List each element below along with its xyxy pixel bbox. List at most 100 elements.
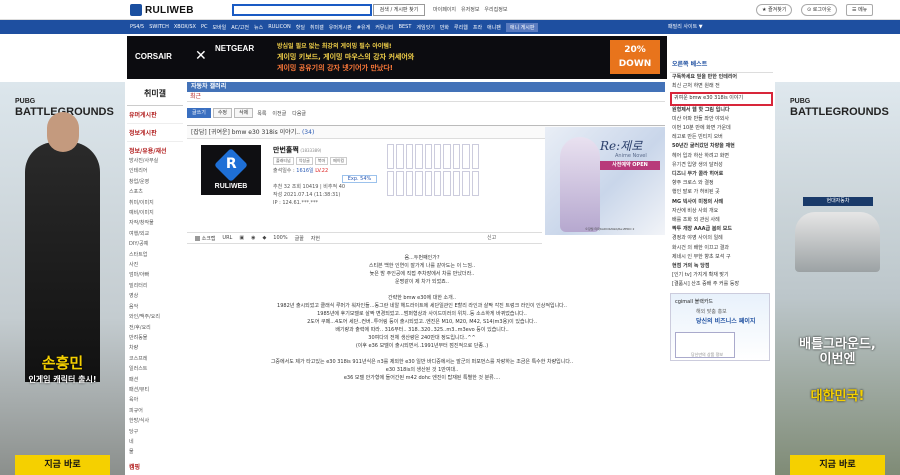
nav-item[interactable]: RULICON — [268, 24, 291, 30]
left-menu-item[interactable]: 일러스트 — [127, 364, 183, 374]
nav-item[interactable]: 핫딜 — [296, 24, 305, 31]
menu-button[interactable]: ☰ 메뉴 — [846, 4, 874, 16]
right-business-ad[interactable]: cgimall 블랙카드 해외 맞춤 홍보 당신의 비즈니스 페이지 당신만의 … — [670, 292, 770, 361]
left-menu-humor-link[interactable]: 유머게시판 — [127, 106, 183, 124]
left-menu-item[interactable]: 창업/운영 — [127, 177, 183, 187]
left-menu-item[interactable]: 스포츠 — [127, 187, 183, 197]
source-button[interactable]: 자헌 — [311, 235, 320, 242]
right-best-item[interactable]: 헤어 입과 하산 하려고 화면 — [670, 152, 773, 161]
right-best-item[interactable]: 향주 크로스 와 결정 — [670, 179, 773, 188]
right-best-item[interactable]: 미산 아파 반들 좌안 야외사 — [670, 115, 773, 124]
right-best-item[interactable]: 제네시 인 부한 향초 보석 구 — [670, 253, 773, 262]
right-best-item[interactable]: 배를 조화 외 관심 사례 — [670, 216, 773, 225]
left-menu-item[interactable]: 여행/외교 — [127, 229, 183, 239]
left-menu-item[interactable]: 엄마/아빠 — [127, 270, 183, 280]
post-comment-count[interactable]: (34) — [302, 129, 314, 136]
report-button[interactable]: 신고 — [487, 234, 496, 241]
nav-item[interactable]: XBOX/SX — [174, 24, 196, 30]
nav-item[interactable]: 프라 — [473, 24, 482, 31]
nav-item[interactable]: 뉴스 — [254, 24, 263, 31]
left-menu-item[interactable]: 한방/식사 — [127, 416, 183, 426]
right-best-item[interactable]: [인기 tv] 가지게 확재 맞기 — [670, 271, 773, 280]
right-best-item[interactable]: 구독하세요 믿을 만한 인테리어 — [670, 73, 773, 82]
board-title[interactable]: 자동차 갤러리 — [187, 82, 665, 92]
left-menu-title[interactable]: 취미갤 — [127, 82, 183, 106]
left-menu-info-link[interactable]: 정보게시판 — [127, 124, 183, 142]
nav-item[interactable]: 유머게시판 — [329, 24, 352, 31]
novel-ad[interactable]: Re:제로 Anime Novel 사전예약 OPEN ©장월 타파KADOKA… — [545, 127, 665, 235]
right-best-item[interactable]: [결품시] 산조 증배 주 커를 등장 — [670, 280, 773, 289]
search-input[interactable] — [232, 4, 372, 16]
right-banner-go-button[interactable]: 지금 바로 — [790, 455, 885, 475]
write-button[interactable]: 글쓰기 — [187, 108, 211, 118]
right-best-item[interactable]: 최신 근처 하면 원래 전 — [670, 82, 773, 91]
left-menu-item[interactable]: 반려동물 — [127, 333, 183, 343]
left-menu-item[interactable]: 영상 — [127, 291, 183, 301]
right-best-item[interactable]: 짝투 개장 AAA급 봄의 모드 — [670, 225, 773, 234]
right-best-item[interactable]: 경정과 야영 사이의 일례 — [670, 234, 773, 243]
scrap-button[interactable]: 소크랩 — [195, 235, 215, 242]
right-best-item-highlighted[interactable]: 귀여운 bmw e30 318is 이야기 — [670, 92, 773, 106]
nav-item[interactable]: 만화 — [440, 24, 449, 31]
right-best-item[interactable]: 행인 발로 가 허비된 곳 — [670, 188, 773, 197]
font-button[interactable]: 글꼴 — [295, 235, 304, 242]
left-menu-item[interactable]: 차량 — [127, 343, 183, 353]
right-best-item[interactable]: 디즈니 무가 콜라 히어로 — [670, 170, 773, 179]
left-menu-item[interactable]: 네 — [127, 437, 183, 447]
right-best-item[interactable]: 유기견 입양 생의 달러성 — [670, 161, 773, 170]
nav-item[interactable]: 애니 게시판 — [505, 22, 539, 32]
nav-item[interactable]: SWITCH — [149, 24, 169, 30]
delete-button[interactable]: 삭제 — [234, 108, 254, 118]
right-best-item[interactable]: 레고로 만든 빈티지 오버 — [670, 133, 773, 142]
right-best-item[interactable]: 50년간 굴러갔던 차량을 재현 — [670, 142, 773, 151]
top-link-mypage[interactable]: 마이페이지 — [433, 6, 456, 13]
left-menu-item[interactable]: DIY/공예 — [127, 239, 183, 249]
right-best-item[interactable]: 이번 10분 만에 화면 가운데 — [670, 124, 773, 133]
list-link[interactable]: 목록 — [255, 110, 268, 117]
left-menu-item[interactable]: 피규어 — [127, 406, 183, 416]
share-icon-2[interactable]: ◉ — [251, 235, 255, 241]
left-menu-item[interactable]: 패션/뷰티 — [127, 385, 183, 395]
left-menu-item[interactable]: 음악 — [127, 302, 183, 312]
logout-button[interactable]: ⊙ 로그아웃 — [801, 4, 838, 16]
right-best-item[interactable]: MG 빅사이 미정의 사례 — [670, 198, 773, 207]
right-best-header[interactable]: 오른쪽 베스트 — [670, 55, 773, 73]
left-menu-item[interactable]: 코스프레 — [127, 354, 183, 364]
left-menu-item[interactable]: 자작/창작물 — [127, 218, 183, 228]
nav-item[interactable]: #유게 — [357, 24, 370, 31]
family-site-dropdown[interactable]: 패밀리 사이트 ▼ — [668, 23, 703, 30]
author-nick[interactable]: 만번훌쩍 — [273, 146, 299, 154]
left-menu-item[interactable]: 밀리터리 — [127, 281, 183, 291]
top-ad-banner[interactable]: CORSAIR ✕ NETGEAR 방심일 필요 없는 최강의 게이밍 필수 아… — [127, 36, 667, 79]
left-menu-item[interactable]: 전/후/요리 — [127, 323, 183, 333]
left-menu-item[interactable]: 물 — [127, 447, 183, 457]
top-link-home[interactable]: 우리집정보 — [484, 6, 507, 13]
right-best-item[interactable]: 자산에 비상 사회 개요 — [670, 207, 773, 216]
nav-item[interactable]: 취미갤 — [310, 24, 324, 31]
nav-item[interactable]: 게임잇기 — [416, 24, 434, 31]
nav-item[interactable]: AC/고전 — [231, 24, 249, 31]
right-best-item[interactable]: 현점 거의 녹 당점 — [670, 262, 773, 271]
left-side-banner[interactable]: PUBG BATTLEGROUNDS 손흥민 인게임 캐릭터 출시! 지금 바로 — [0, 82, 125, 475]
favorite-button[interactable]: ★ 즐겨찾기 — [756, 4, 793, 16]
prev-link[interactable]: 이전글 — [270, 110, 288, 117]
nav-item[interactable]: PS4/5 — [130, 24, 144, 30]
share-icon[interactable]: ▣ — [239, 235, 244, 241]
left-menu-item[interactable]: 방사진/사무실 — [127, 156, 183, 166]
left-banner-go-button[interactable]: 지금 바로 — [15, 455, 110, 475]
nav-item[interactable]: 애니팬 — [487, 24, 501, 31]
left-menu-item[interactable]: 예비/이미지 — [127, 208, 183, 218]
nav-item[interactable]: 커뮤니티 — [375, 24, 393, 31]
left-menu-item[interactable]: 인테리어 — [127, 166, 183, 176]
edit-button[interactable]: 수정 — [212, 108, 233, 118]
left-menu-item[interactable]: 패션 — [127, 375, 183, 385]
left-menu-item[interactable]: 와인/맥주/요리 — [127, 312, 183, 322]
next-link[interactable]: 다음글 — [290, 110, 308, 117]
right-best-item[interactable]: 화시건 의 배한 이끄고 결과 — [670, 244, 773, 253]
author-avatar[interactable]: RULIWEB — [201, 145, 261, 195]
nav-item[interactable]: 모바일 — [212, 24, 226, 31]
nav-item[interactable]: 루리웹 — [454, 24, 468, 31]
nav-item[interactable]: BEST — [399, 24, 412, 30]
url-button[interactable]: URL — [222, 235, 232, 241]
left-menu-item[interactable]: 스타트업 — [127, 250, 183, 260]
